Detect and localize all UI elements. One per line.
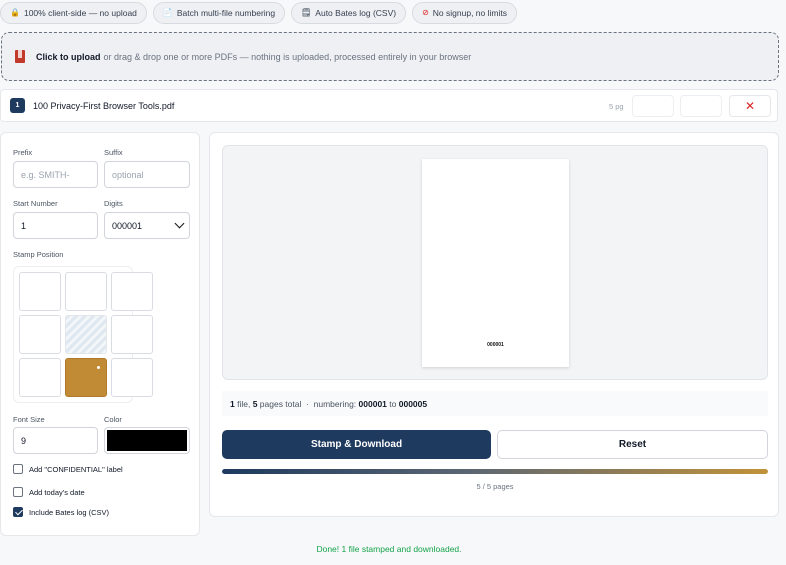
font-size-input[interactable]: 9 — [13, 427, 98, 454]
color-label: Color — [104, 415, 122, 424]
digits-value: 000001 — [112, 220, 143, 231]
close-icon: ✕ — [744, 99, 756, 113]
position-middle-left[interactable] — [19, 315, 61, 354]
digits-label: Digits — [104, 199, 123, 208]
checkbox-label: Include Bates log (CSV) — [29, 507, 110, 517]
confidential-checkbox[interactable]: Add "CONFIDENTIAL" label — [13, 464, 123, 474]
upload-dropzone[interactable]: Click to upload or drag & drop one or mo… — [1, 32, 779, 81]
page-preview: 000001 — [222, 145, 768, 380]
digits-select[interactable]: 000001 — [104, 212, 190, 239]
position-bottom-left[interactable] — [19, 358, 61, 397]
summary-range-start: 000001 — [358, 398, 387, 409]
badge-label: 100% client-side — no upload — [23, 8, 137, 18]
summary-text: file, — [234, 398, 253, 409]
settings-panel: Prefix e.g. SMITH- Suffix optional Start… — [0, 132, 200, 536]
progress-fill — [222, 469, 768, 474]
file-list-item: 1 100 Privacy-First Browser Tools.pdf 5 … — [0, 89, 778, 122]
badge-label: No signup, no limits — [432, 8, 507, 18]
progress-bar — [222, 469, 768, 474]
suffix-input[interactable]: optional — [104, 161, 190, 188]
checkbox-label: Add today's date — [29, 487, 85, 497]
move-up-button[interactable] — [632, 95, 674, 117]
summary-text: pages total · numbering: — [257, 398, 359, 409]
preview-panel: 000001 1 file, 5 pages total · numbering… — [209, 132, 779, 517]
color-picker[interactable] — [104, 427, 190, 454]
lock-icon: 🔒 — [10, 8, 20, 17]
progress-label: 5 / 5 pages — [476, 482, 514, 491]
summary-text: to — [386, 398, 399, 409]
feature-badges: 🔒 100% client-side — no upload 📄 Batch m… — [0, 2, 517, 24]
position-center-disabled — [65, 315, 107, 354]
stamp-download-button[interactable]: Stamp & Download — [222, 430, 491, 459]
bates-log-checkbox[interactable]: Include Bates log (CSV) — [13, 507, 109, 517]
position-top-center[interactable] — [65, 272, 107, 311]
numbering-summary: 1 file, 5 pages total · numbering: 00000… — [222, 391, 768, 416]
checkbox-box[interactable] — [13, 464, 23, 474]
upload-hint: or drag & drop one or more PDFs — nothin… — [103, 51, 472, 62]
badge-batch: 📄 Batch multi-file numbering — [152, 2, 286, 24]
preview-page: 000001 — [422, 159, 569, 367]
move-down-button[interactable] — [680, 95, 722, 117]
preview-stamp: 000001 — [487, 342, 504, 348]
start-number-input[interactable]: 1 — [13, 212, 98, 239]
remove-file-button[interactable]: ✕ — [729, 95, 771, 117]
badge-no-signup: ⊘ No signup, no limits — [412, 2, 517, 24]
checkbox-box-checked[interactable] — [13, 507, 23, 517]
font-size-label: Font Size — [13, 415, 45, 424]
prefix-label: Prefix — [13, 148, 33, 157]
file-page-count: 5 pg — [609, 102, 624, 111]
document-icon: 📄 — [162, 8, 173, 17]
date-checkbox[interactable]: Add today's date — [13, 487, 85, 497]
checkbox-label: Add "CONFIDENTIAL" label — [29, 464, 123, 474]
summary-range-end: 000005 — [398, 398, 428, 409]
suffix-label: Suffix — [104, 148, 123, 157]
position-middle-right[interactable] — [111, 315, 153, 354]
position-top-left[interactable] — [19, 272, 61, 311]
position-bottom-right[interactable] — [111, 358, 153, 397]
status-message: Done! 1 file stamped and downloaded. — [316, 544, 462, 554]
reset-button[interactable]: Reset — [497, 430, 768, 459]
file-index-badge: 1 — [10, 98, 25, 113]
position-top-right[interactable] — [111, 272, 153, 311]
no-icon: ⊘ — [422, 8, 429, 17]
pdf-upload-icon — [14, 49, 26, 64]
chevron-down-icon — [174, 218, 185, 229]
start-number-label: Start Number — [13, 199, 58, 208]
badge-client-side: 🔒 100% client-side — no upload — [0, 2, 147, 24]
upload-link[interactable]: Click to upload — [36, 52, 101, 62]
badge-label: Auto Bates log (CSV) — [315, 8, 397, 18]
badge-label: Batch multi-file numbering — [176, 8, 276, 18]
prefix-input[interactable]: e.g. SMITH- — [13, 161, 98, 188]
color-swatch — [107, 430, 187, 451]
position-bottom-center[interactable] — [65, 358, 107, 397]
stamp-position-label: Stamp Position — [13, 250, 64, 259]
file-name: 100 Privacy-First Browser Tools.pdf — [33, 100, 175, 111]
log-icon: 🗒 — [301, 8, 312, 17]
badge-bates-log: 🗒 Auto Bates log (CSV) — [291, 2, 407, 24]
checkbox-box[interactable] — [13, 487, 23, 497]
